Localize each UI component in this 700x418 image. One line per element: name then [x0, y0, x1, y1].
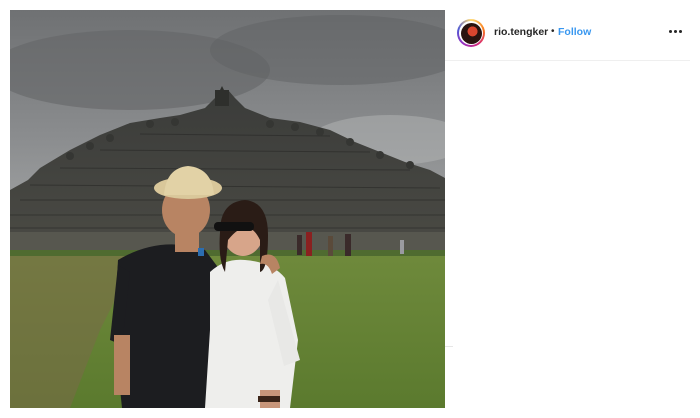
divider	[445, 346, 453, 347]
photo-couple-at-temple	[10, 10, 445, 408]
post-photo[interactable]	[10, 10, 445, 408]
username-link[interactable]: rio.tengker	[494, 26, 548, 38]
more-dots	[669, 24, 682, 38]
more-options-icon[interactable]	[669, 24, 682, 38]
follow-button[interactable]: Follow	[558, 26, 591, 38]
instagram-post: rio.tengker • Follow	[10, 10, 690, 408]
post-sidebar: rio.tengker • Follow	[445, 10, 690, 408]
avatar-photo	[460, 22, 482, 44]
profile-avatar[interactable]	[457, 19, 485, 47]
avatar-ring	[459, 21, 483, 45]
post-header: rio.tengker • Follow	[445, 10, 690, 61]
separator-dot: •	[551, 26, 555, 37]
